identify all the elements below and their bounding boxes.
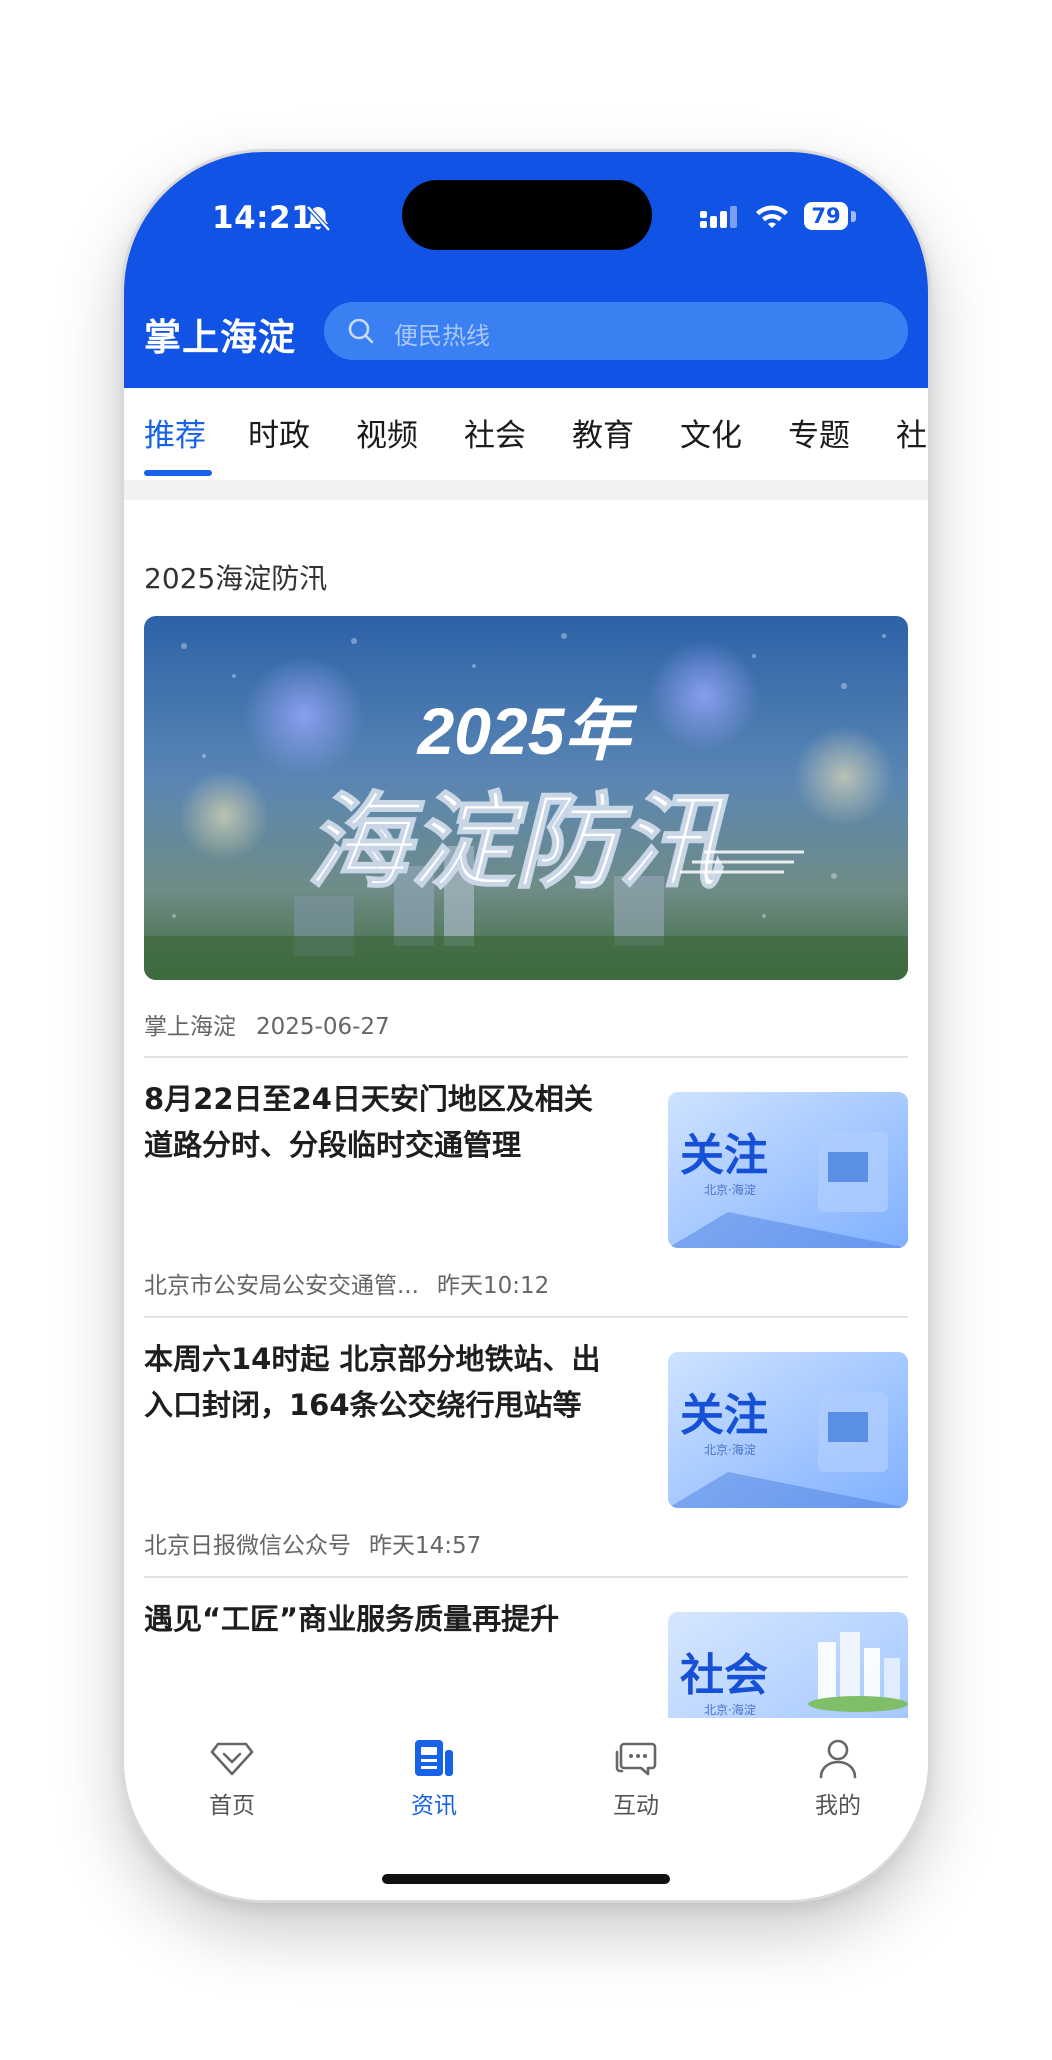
news-meta: 北京日报微信公众号 昨天14:57 (144, 1526, 481, 1560)
topic-banner-image[interactable]: 2025年 海淀防汛 (144, 616, 908, 980)
phone-screen: 14:21 79 掌上海淀 便民热线 推荐 时政 视频 社会 教育 文化 专题 … (124, 152, 928, 1900)
tab-special[interactable]: 专题 (788, 410, 850, 455)
search-placeholder: 便民热线 (394, 322, 490, 350)
profile-icon (819, 1739, 857, 1779)
thumbnail-sub: 北京·海淀 (704, 1442, 756, 1457)
divider (144, 1316, 908, 1318)
divider (144, 1056, 908, 1058)
tab-recommend[interactable]: 推荐 (144, 410, 206, 455)
wifi-icon (756, 205, 788, 228)
tab-more[interactable]: 社 (896, 410, 927, 455)
news-meta: 北京市公安局公安交通管... 昨天10:12 (144, 1266, 549, 1300)
dynamic-island (402, 180, 652, 250)
search-input[interactable]: 便民热线 (324, 302, 908, 360)
news-time: 昨天10:12 (436, 1273, 550, 1299)
topic-meta: 掌上海淀 2025-06-27 (144, 1007, 390, 1041)
cellular-signal-icon (700, 206, 737, 228)
section-divider (124, 480, 928, 500)
topic-date: 2025-06-27 (256, 1014, 390, 1040)
nav-interact-label: 互动 (613, 1793, 659, 1819)
news-thumbnail[interactable]: 关注 北京·海淀 (668, 1352, 908, 1508)
news-thumbnail[interactable]: 关注 北京·海淀 (668, 1092, 908, 1248)
news-time: 昨天14:57 (369, 1533, 482, 1559)
tab-culture[interactable]: 文化 (680, 410, 742, 455)
home-diamond-icon (210, 1742, 254, 1776)
nav-news[interactable]: 资讯 (374, 1736, 494, 1820)
topic-title: 2025海淀防汛 (144, 562, 328, 595)
topic-source: 掌上海淀 (144, 1014, 236, 1040)
battery-icon: 79 (804, 202, 858, 232)
news-feed[interactable]: 2025海淀防汛 2025年 海淀防汛 掌上海淀 2025-06-27 8月22… (124, 500, 928, 1718)
tab-video[interactable]: 视频 (356, 410, 418, 455)
thumbnail-label: 社会 (680, 1650, 768, 1701)
bottom-nav: 首页 资讯 互动 我的 (124, 1718, 928, 1900)
nav-home-label: 首页 (209, 1793, 255, 1819)
home-indicator[interactable] (382, 1874, 670, 1884)
thumbnail-label: 关注 (680, 1390, 768, 1441)
category-tabs: 推荐 时政 视频 社会 教育 文化 专题 社 (124, 388, 928, 480)
active-tab-indicator (144, 470, 212, 476)
nav-profile[interactable]: 我的 (778, 1736, 898, 1820)
nav-interact[interactable]: 互动 (576, 1736, 696, 1820)
news-icon (415, 1740, 453, 1776)
thumbnail-sub: 北京·海淀 (704, 1182, 756, 1197)
news-title[interactable]: 遇见“工匠”商业服务质量再提升 (144, 1596, 614, 1642)
banner-title-text: 海淀防汛 (306, 781, 729, 903)
news-source: 北京市公安局公安交通管... (144, 1273, 419, 1299)
thumbnail-label: 关注 (680, 1130, 768, 1181)
news-thumbnail[interactable]: 社会 北京·海淀 (668, 1612, 908, 1718)
news-title[interactable]: 本周六14时起 北京部分地铁站、出入口封闭，164条公交绕行甩站等 (144, 1336, 614, 1428)
tab-society[interactable]: 社会 (464, 410, 526, 455)
status-time: 14:21 (212, 200, 314, 236)
tab-politics[interactable]: 时政 (248, 410, 310, 455)
thumbnail-sub: 北京·海淀 (704, 1702, 756, 1717)
bell-muted-icon (306, 205, 331, 232)
search-icon (348, 318, 374, 344)
app-header: 14:21 79 掌上海淀 便民热线 (124, 152, 928, 388)
app-title: 掌上海淀 (144, 316, 296, 359)
banner-year-text: 2025年 (416, 694, 639, 768)
nav-home[interactable]: 首页 (172, 1736, 292, 1820)
news-source: 北京日报微信公众号 (144, 1533, 351, 1559)
nav-profile-label: 我的 (815, 1793, 861, 1819)
battery-level: 79 (804, 202, 848, 230)
nav-news-label: 资讯 (411, 1793, 457, 1819)
divider (144, 1576, 908, 1578)
news-title[interactable]: 8月22日至24日天安门地区及相关道路分时、分段临时交通管理 (144, 1076, 614, 1168)
tab-education[interactable]: 教育 (572, 410, 634, 455)
chat-bubbles-icon (615, 1742, 657, 1776)
